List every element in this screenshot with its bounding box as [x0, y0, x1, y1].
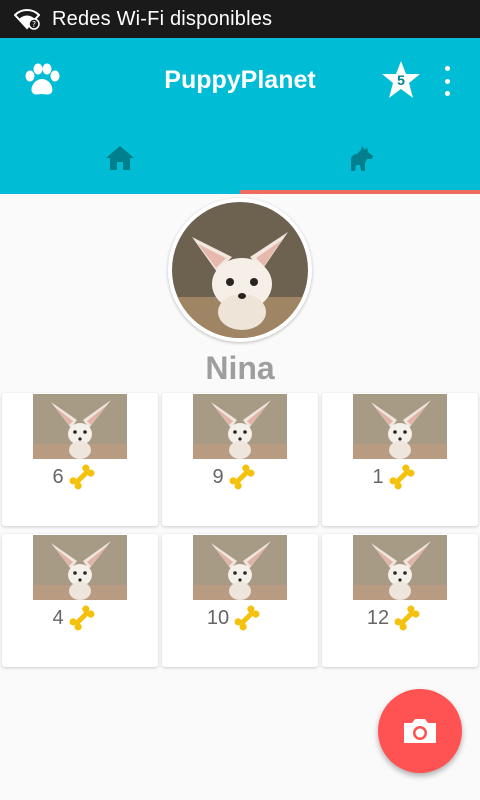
- avatar-photo: [172, 202, 308, 338]
- photo-card[interactable]: 9: [162, 393, 318, 526]
- like-count: 4: [2, 604, 158, 632]
- bone-icon: [394, 605, 420, 631]
- profile-avatar: [168, 198, 312, 342]
- like-count-value: 6: [52, 465, 64, 488]
- dog-photo: [353, 535, 447, 600]
- bone-icon: [389, 464, 415, 490]
- app-bar: PuppyPlanet 5: [0, 38, 480, 194]
- photo-card[interactable]: 12: [322, 534, 478, 667]
- photo-card[interactable]: 1: [322, 393, 478, 526]
- tab-dog[interactable]: [240, 122, 480, 194]
- like-count: 6: [2, 463, 158, 491]
- camera-fab-button[interactable]: [378, 689, 462, 773]
- svg-text:?: ?: [32, 20, 36, 29]
- bone-icon: [69, 605, 95, 631]
- like-count-value: 12: [366, 606, 390, 629]
- rating-star-button[interactable]: 5: [380, 60, 422, 100]
- like-count-value: 4: [52, 606, 64, 629]
- dog-photo: [33, 394, 127, 459]
- status-text: Redes Wi-Fi disponibles: [52, 7, 273, 30]
- like-count-value: 9: [212, 465, 224, 488]
- dog-photo: [193, 394, 287, 459]
- home-icon: [106, 146, 134, 170]
- bone-icon: [229, 464, 255, 490]
- photo-card[interactable]: 10: [162, 534, 318, 667]
- toolbar: PuppyPlanet 5: [0, 38, 480, 122]
- dog-icon: [351, 146, 373, 171]
- tab-home[interactable]: [0, 122, 240, 194]
- status-bar: ? Redes Wi-Fi disponibles: [0, 0, 480, 38]
- like-count: 1: [322, 463, 478, 491]
- camera-icon: [404, 719, 436, 743]
- photo-card[interactable]: 6: [2, 393, 158, 526]
- dog-photo: [33, 535, 127, 600]
- photo-card[interactable]: 4: [2, 534, 158, 667]
- dog-photo: [353, 394, 447, 459]
- bone-icon: [234, 605, 260, 631]
- wifi-icon: ?: [14, 9, 40, 30]
- like-count: 10: [162, 604, 318, 632]
- star-count: 5: [397, 72, 405, 88]
- like-count: 9: [162, 463, 318, 491]
- more-vert-icon[interactable]: [438, 66, 456, 96]
- bone-icon: [69, 464, 95, 490]
- like-count-value: 1: [372, 465, 384, 488]
- like-count: 12: [322, 604, 478, 632]
- like-count-value: 10: [206, 606, 230, 629]
- dog-photo: [193, 535, 287, 600]
- tab-bar: [0, 122, 480, 194]
- profile-name: Nina: [205, 350, 275, 386]
- photo-grid: 6 9 1 4 10 12: [2, 393, 478, 667]
